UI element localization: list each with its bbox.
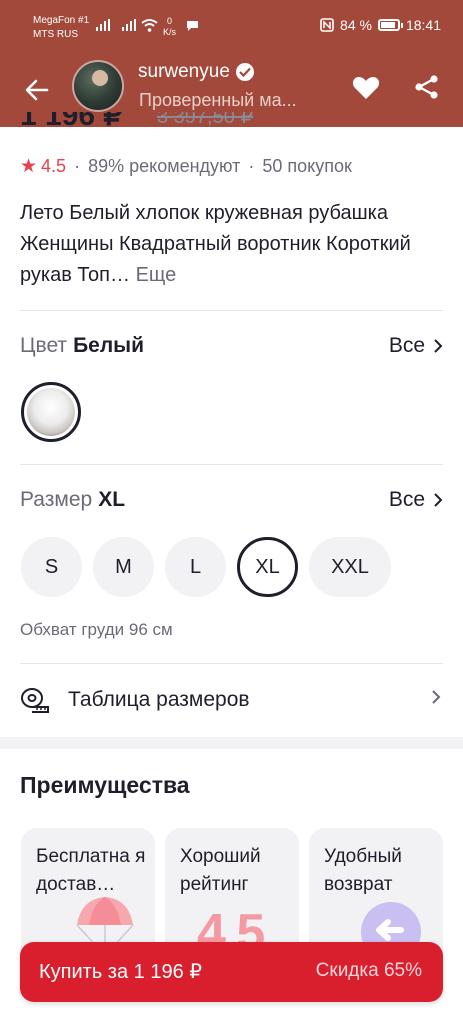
battery-percent: 84 % [340,17,372,33]
favorite-button[interactable] [350,71,382,103]
price-row: 1 196 ₽ 3 397,50 ₽ [20,112,320,130]
store-name-row[interactable]: surwenyue [138,61,254,83]
size-table-label: Таблица размеров [68,688,250,711]
color-section-header[interactable]: Цвет Белый Все [20,331,443,361]
status-right: 84 % 18:41 [320,17,441,33]
buy-button[interactable]: Купить за 1 196 ₽ Скидка 65% [20,942,443,1002]
old-price: 3 397,50 ₽ [157,112,254,128]
battery-icon [377,19,403,31]
size-all-label: Все [388,488,425,511]
purchases-text: 50 покупок [262,156,352,176]
color-swatch-white[interactable] [21,382,81,442]
share-button[interactable] [411,71,443,103]
separator-dot: · [74,156,81,176]
size-section-header[interactable]: Размер XL Все [20,485,443,515]
size-label: Размер [20,488,93,511]
color-all-link[interactable]: Все [389,334,443,358]
rating-value: 4.5 [41,156,67,176]
advantages-title: Преимущества [20,772,190,798]
color-all-label: Все [388,334,425,357]
divider [20,464,443,465]
network-speed: 0 K/s [163,16,176,38]
discount-label: Скидка 65% [315,960,422,981]
color-label: Цвет [20,334,68,357]
network-speed-unit: K/s [163,27,177,37]
chevron-right-icon [432,690,441,704]
size-option-l[interactable]: L [165,537,226,597]
size-value: XL [98,488,126,511]
product-title: Лето Белый хлопок кружевная рубашка Женщ… [20,202,411,286]
carrier-line-2: MTS RUS [33,29,78,40]
size-table-link[interactable]: Таблица размеров [20,683,443,717]
chevron-right-icon [434,339,443,353]
chest-measurement: Обхват груди 96 см [20,620,173,639]
chevron-right-icon [434,493,443,507]
size-option-xl[interactable]: XL [237,537,298,597]
recommend-text: 89% рекомендуют [88,156,241,176]
clock: 18:41 [405,17,441,33]
store-name: surwenyue [138,61,230,82]
wifi-icon [141,19,158,32]
nfc-icon [320,18,334,32]
divider [20,663,443,664]
section-separator [0,737,463,749]
advantage-label: Хороший рейтинг [180,846,261,895]
network-speed-value: 0 [167,16,173,26]
store-subtitle: Проверенный ма... [139,90,297,110]
carrier-line-1: MegaFon #1 [33,15,90,26]
color-value: Белый [73,334,145,357]
signal-icon [122,19,136,31]
product-title-block: Лето Белый хлопок кружевная рубашка Женщ… [20,198,440,291]
store-avatar[interactable] [72,60,124,112]
divider [20,310,443,311]
chat-bubble-icon [187,21,198,31]
signal-icon [96,19,110,31]
heart-icon [352,76,380,99]
advantage-label: Бесплатна я достав… [36,846,146,895]
current-price: 1 196 ₽ [20,112,123,130]
carrier-info: MegaFon #1 MTS RUS [33,14,89,42]
rating-row[interactable]: ★ 4.5 · 89% рекомендуют · 50 покупок [20,155,352,178]
size-option-xxl[interactable]: XXL [309,537,391,597]
status-bar: MegaFon #1 MTS RUS 0 K/s 84 % 18:41 [0,0,463,57]
star-icon: ★ [20,156,38,177]
verified-badge-icon [235,63,254,81]
back-button[interactable] [20,73,54,107]
buy-label: Купить за 1 196 ₽ [39,961,202,983]
size-option-s[interactable]: S [21,537,82,597]
arrow-left-icon [25,79,49,101]
share-icon [415,75,438,99]
size-all-link[interactable]: Все [389,488,443,512]
separator-dot: · [248,156,255,176]
size-option-m[interactable]: M [93,537,154,597]
product-thumbnail [27,388,75,436]
advantage-label: Удобный возврат [324,846,402,895]
measuring-tape-icon [21,688,49,713]
more-link[interactable]: Еще [136,264,177,286]
